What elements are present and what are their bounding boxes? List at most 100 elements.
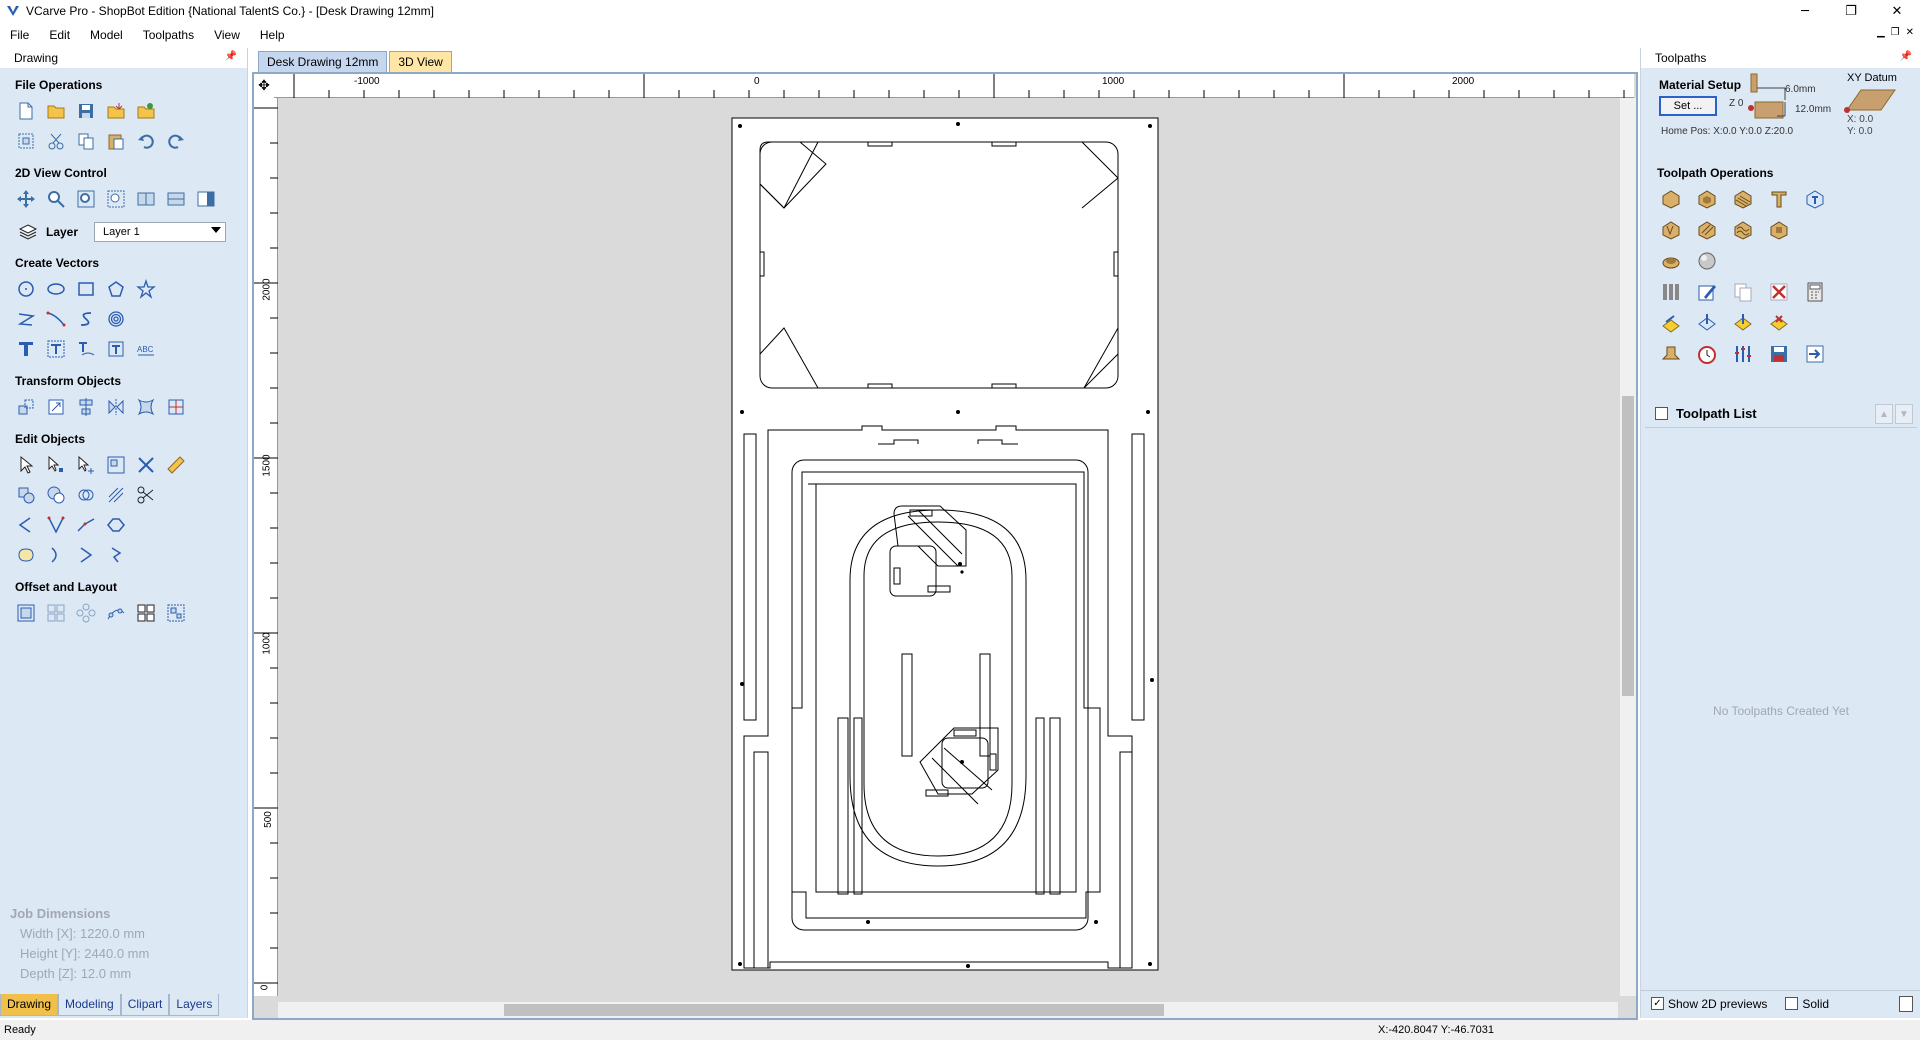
pin-icon[interactable]: 📌 xyxy=(225,51,237,62)
close-button[interactable]: ✕ xyxy=(1874,0,1920,22)
draw-curve-icon[interactable] xyxy=(44,307,68,331)
align-icon[interactable] xyxy=(74,395,98,419)
nesting-icon[interactable] xyxy=(134,601,158,625)
draw-circle-icon[interactable] xyxy=(14,277,38,301)
vertical-scrollbar[interactable] xyxy=(1620,98,1636,996)
toolpath-list-checkbox[interactable] xyxy=(1655,407,1668,420)
array-copy-icon[interactable] xyxy=(44,601,68,625)
circular-array-icon[interactable] xyxy=(74,601,98,625)
zoom-in-icon[interactable] xyxy=(44,187,68,211)
pocket-toolpath-icon[interactable] xyxy=(1695,187,1719,211)
auto-layout-text-icon[interactable] xyxy=(44,337,68,361)
finishing-toolpath-icon[interactable] xyxy=(1695,249,1719,273)
extend-icon[interactable] xyxy=(74,513,98,537)
export-toolpath-icon[interactable] xyxy=(1803,342,1827,366)
document-minimize-button[interactable]: ▁ xyxy=(1877,27,1885,38)
view-split-icon[interactable] xyxy=(134,187,158,211)
horizontal-scrollbar-thumb[interactable] xyxy=(504,1004,1164,1016)
drawing-canvas[interactable] xyxy=(278,98,1618,996)
save-file-icon[interactable] xyxy=(74,99,98,123)
interactive-trim-icon[interactable] xyxy=(104,453,128,477)
tab-layers[interactable]: Layers xyxy=(169,994,220,1016)
drilling-toolpath-icon[interactable] xyxy=(1731,187,1755,211)
vertical-scrollbar-thumb[interactable] xyxy=(1622,396,1634,696)
profile-toolpath-icon[interactable] xyxy=(1659,187,1683,211)
move-icon[interactable] xyxy=(14,395,38,419)
machining-time-icon[interactable] xyxy=(1695,342,1719,366)
menu-help[interactable]: Help xyxy=(250,28,295,42)
solid-checkbox[interactable] xyxy=(1785,997,1799,1010)
distort-icon[interactable] xyxy=(134,395,158,419)
pin-icon[interactable]: 📌 xyxy=(1900,51,1912,62)
pan-view-icon[interactable] xyxy=(14,187,38,211)
undo-icon[interactable] xyxy=(134,129,158,153)
delete-toolpath-icon[interactable] xyxy=(1767,280,1791,304)
material-setup-button[interactable]: Set ... xyxy=(1659,96,1717,116)
show-2d-previews-checkbox[interactable]: ✓ xyxy=(1651,997,1664,1010)
simulation-icon[interactable] xyxy=(1659,342,1683,366)
move-toolpath-up-icon[interactable]: ▲ xyxy=(1875,404,1893,424)
weld-icon[interactable] xyxy=(14,483,38,507)
measure-icon[interactable] xyxy=(164,453,188,477)
roughing-toolpath-icon[interactable] xyxy=(1659,249,1683,273)
job-setup-icon[interactable] xyxy=(14,129,38,153)
transform-mode-icon[interactable] xyxy=(74,453,98,477)
paste-icon[interactable] xyxy=(104,129,128,153)
import-vectors-icon[interactable] xyxy=(104,99,128,123)
cut-icon[interactable] xyxy=(44,129,68,153)
set-size-icon[interactable] xyxy=(44,395,68,419)
recalculate-toolpath-icon[interactable] xyxy=(1659,311,1683,335)
text-on-curve-icon[interactable] xyxy=(74,337,98,361)
layer-dropdown[interactable]: Layer 1 xyxy=(94,222,227,242)
draw-spiral-icon[interactable] xyxy=(104,307,128,331)
menu-model[interactable]: Model xyxy=(80,28,133,42)
menu-edit[interactable]: Edit xyxy=(39,28,80,42)
select-pointer-icon[interactable] xyxy=(14,453,38,477)
trim-open-icon[interactable] xyxy=(104,543,128,567)
node-edit-icon[interactable] xyxy=(44,453,68,477)
menu-file[interactable]: File xyxy=(0,28,39,42)
chamfer-icon[interactable] xyxy=(74,543,98,567)
draw-polygon-icon[interactable] xyxy=(104,277,128,301)
solid-option[interactable]: Solid xyxy=(1785,997,1829,1011)
copy-along-path-icon[interactable] xyxy=(104,601,128,625)
curve-fit-icon[interactable] xyxy=(14,513,38,537)
menu-toolpaths[interactable]: Toolpaths xyxy=(133,28,204,42)
trim-icon[interactable] xyxy=(44,543,68,567)
tab-modeling[interactable]: Modeling xyxy=(58,994,121,1016)
menu-view[interactable]: View xyxy=(204,28,250,42)
tab-clipart[interactable]: Clipart xyxy=(120,994,170,1016)
ruler-origin-icon[interactable]: ✥ xyxy=(254,74,274,98)
open-file-icon[interactable] xyxy=(44,99,68,123)
maximize-button[interactable]: ❐ xyxy=(1828,0,1874,22)
redo-icon[interactable] xyxy=(164,129,188,153)
wrap-toolpath-icon[interactable] xyxy=(1767,311,1791,335)
auto-nest-icon[interactable] xyxy=(164,601,188,625)
template-toolpath-icon[interactable] xyxy=(1731,311,1755,335)
minimize-button[interactable]: ─ xyxy=(1782,0,1828,22)
vcarve-toolpath-icon[interactable] xyxy=(1767,187,1791,211)
draw-star-icon[interactable] xyxy=(134,277,158,301)
join-vectors-icon[interactable] xyxy=(104,483,128,507)
view-stack-icon[interactable] xyxy=(164,187,188,211)
texture-toolpath-icon[interactable] xyxy=(1731,218,1755,242)
move-toolpath-down-icon[interactable]: ▼ xyxy=(1895,404,1913,424)
tab-desk-drawing[interactable]: Desk Drawing 12mm xyxy=(258,51,388,72)
zoom-window-icon[interactable] xyxy=(104,187,128,211)
fluting-toolpath-icon[interactable] xyxy=(1659,218,1683,242)
prism-toolpath-icon[interactable] xyxy=(1695,218,1719,242)
preview-tool-icon[interactable] xyxy=(1659,280,1683,304)
delete-selection-icon[interactable] xyxy=(134,453,158,477)
tab-3d-view[interactable]: 3D View xyxy=(389,51,452,72)
draw-ellipse-icon[interactable] xyxy=(44,277,68,301)
fillet-icon[interactable] xyxy=(44,513,68,537)
import-bitmap-icon[interactable] xyxy=(134,99,158,123)
scissors-icon[interactable] xyxy=(134,483,158,507)
draw-rectangle-icon[interactable] xyxy=(74,277,98,301)
toggle-panel-icon[interactable] xyxy=(194,187,218,211)
tab-drawing[interactable]: Drawing xyxy=(0,994,59,1016)
zoom-extents-icon[interactable] xyxy=(74,187,98,211)
inlay-toolpath-icon[interactable] xyxy=(1767,218,1791,242)
panel-layout-icon[interactable] xyxy=(1899,996,1913,1012)
mirror-icon[interactable] xyxy=(104,395,128,419)
